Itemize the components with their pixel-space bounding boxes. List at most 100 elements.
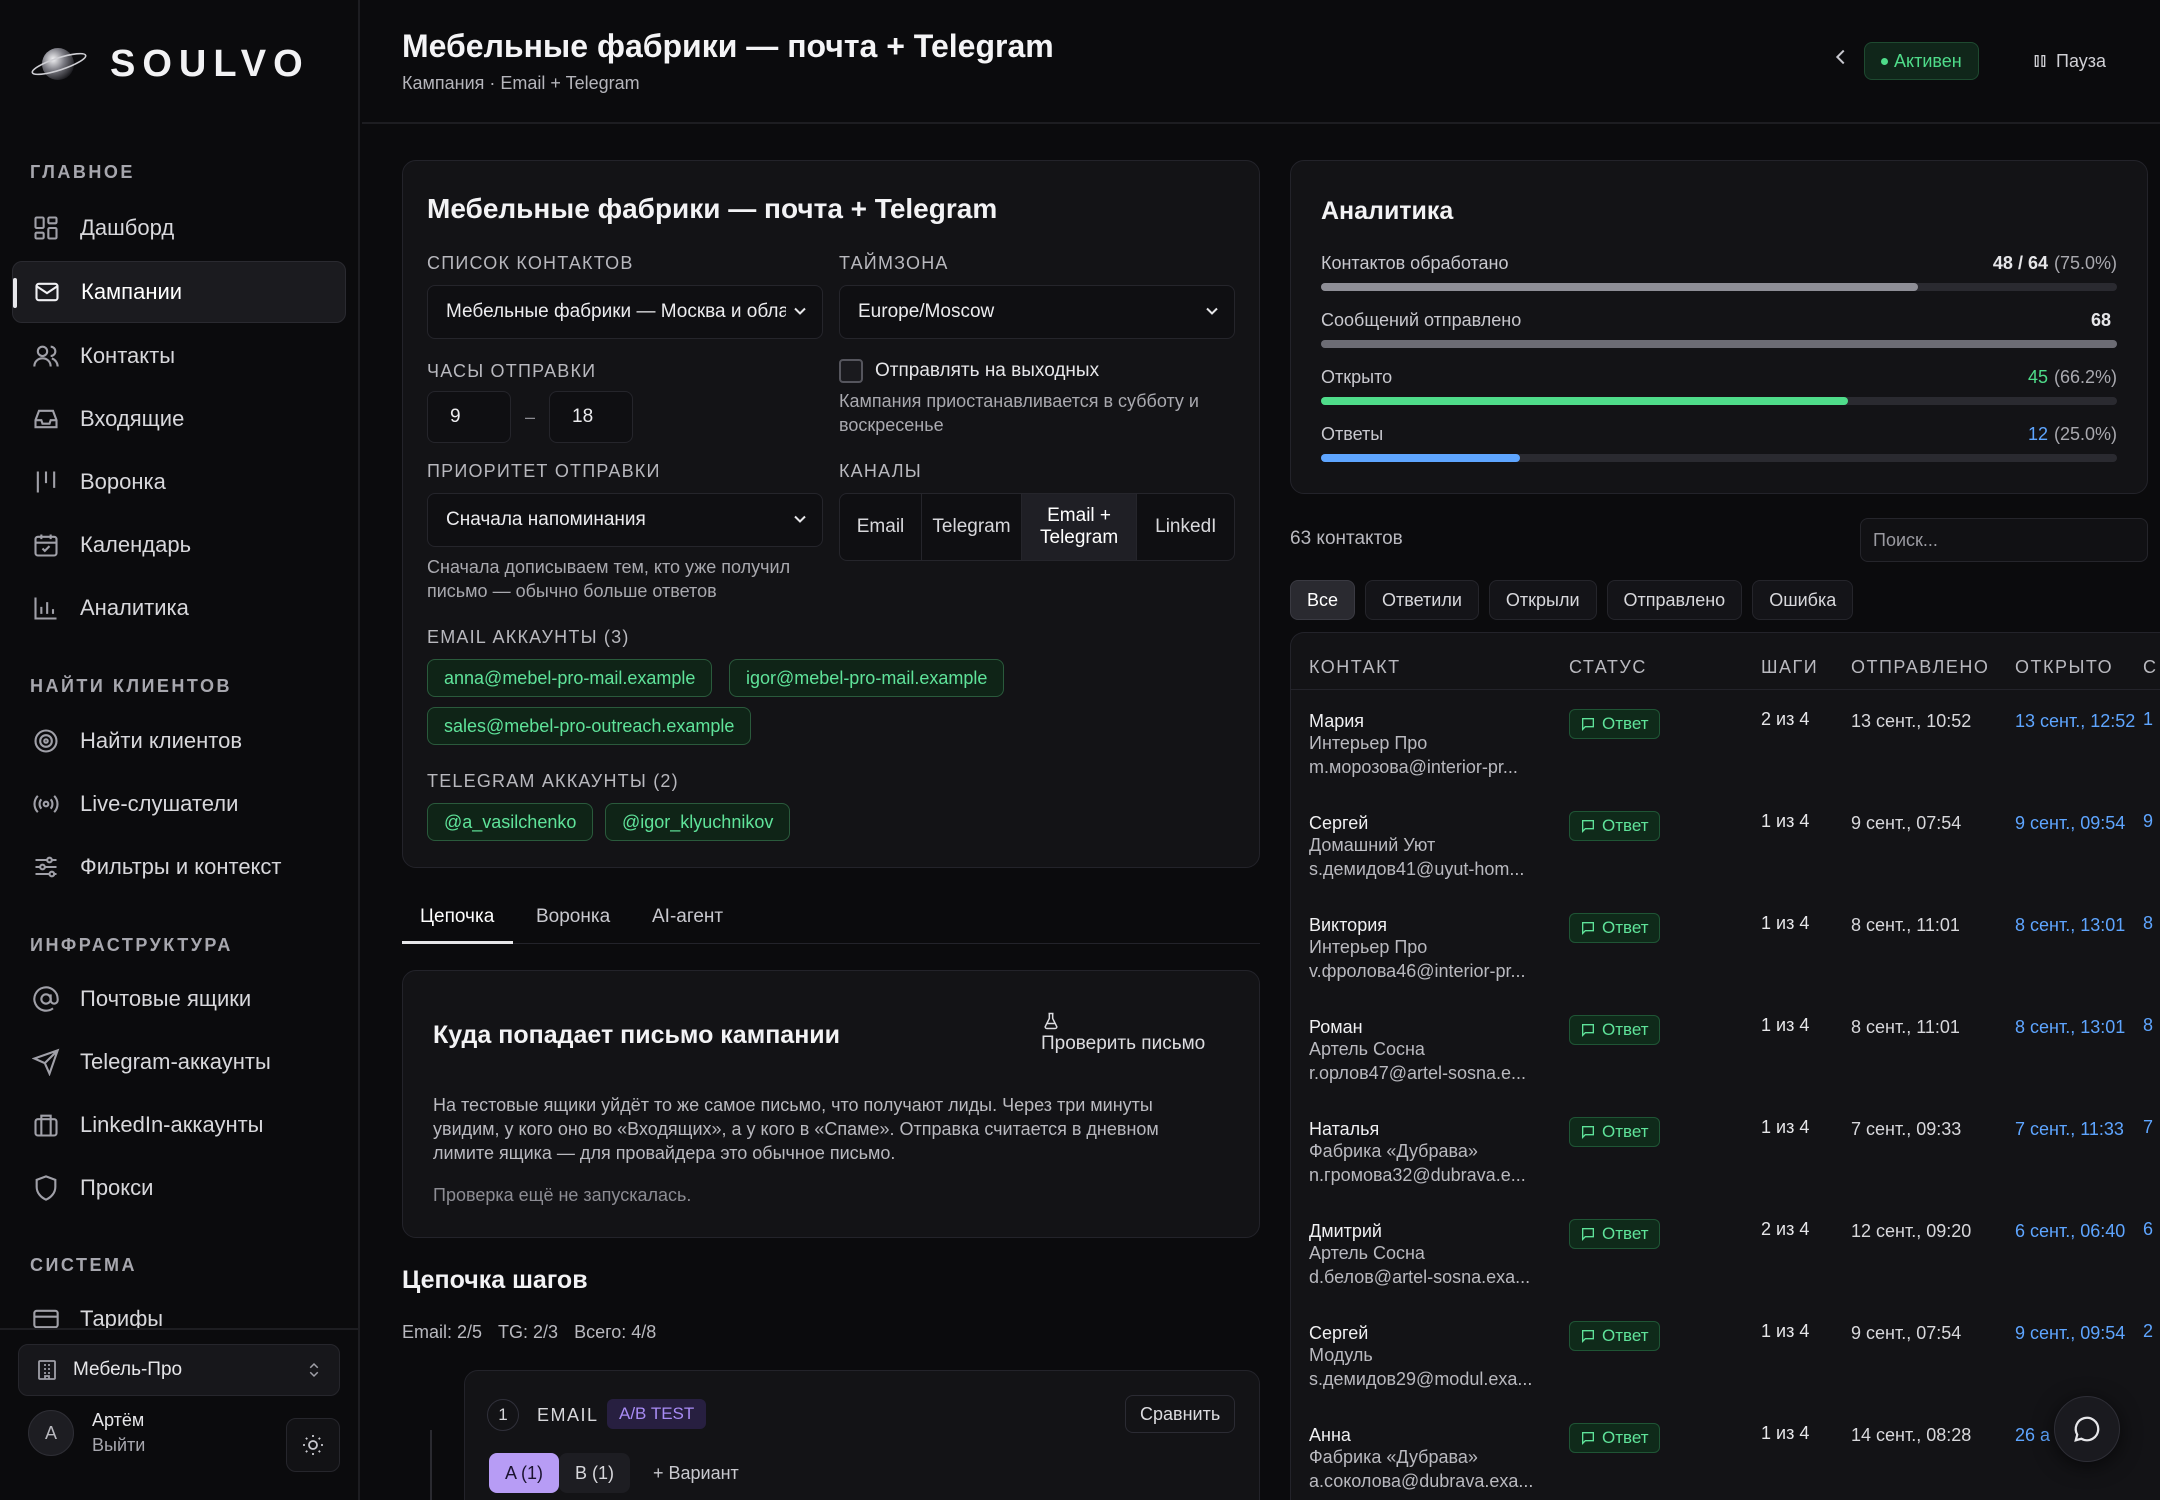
table-row[interactable]: Сергей Модуль s.демидов29@modul.exa... Отве… (1291, 1305, 2160, 1407)
status-label: Ответ (1602, 918, 1649, 937)
nav-section-main: ГЛАВНОЕ (30, 162, 135, 182)
sidebar-item-filters-context[interactable]: Фильтры и контекст (12, 836, 346, 898)
sidebar-item-linkedin-accounts[interactable]: LinkedIn-аккаунты (12, 1094, 346, 1156)
telegram-accounts-label: TELEGRAM АККАУНТЫ (2) (427, 771, 679, 792)
telegram-account-chip[interactable]: @a_vasilchenko (427, 803, 594, 841)
chat-support-button[interactable] (2054, 1396, 2120, 1462)
channel-option-email-telegram[interactable]: Email + Telegram (1022, 494, 1138, 560)
sidebar-item-funnel[interactable]: Воронка (12, 451, 346, 513)
table-row[interactable]: Сергей Домашний Уют s.демидов41@uyut-hom..… (1291, 795, 2160, 897)
priority-select[interactable]: Сначала напоминания (427, 493, 823, 547)
status-badge: Ответ (1569, 913, 1660, 943)
contact-sent-date: 13 сент., 10:52 (1851, 711, 1972, 731)
hours-to-input[interactable]: 18 (549, 391, 633, 443)
column-header-status[interactable]: СТАТУС (1569, 657, 1647, 678)
column-header-steps[interactable]: ШАГИ (1761, 657, 1818, 678)
avatar[interactable]: А (28, 1410, 74, 1456)
filter-opened[interactable]: Открыли (1488, 580, 1597, 620)
sidebar-item-mailboxes[interactable]: Почтовые ящики (12, 968, 346, 1030)
sidebar-item-live-listeners[interactable]: Live-слушатели (12, 773, 346, 835)
sidebar-item-calendar[interactable]: Календарь (12, 514, 346, 576)
sidebar-item-inbox[interactable]: Входящие (12, 388, 346, 450)
table-row[interactable]: Дмитрий Артель Сосна d.белов@artel-sosna.e… (1291, 1203, 2160, 1305)
step-type: EMAIL (537, 1405, 599, 1425)
chevron-left-icon[interactable] (1830, 46, 1852, 68)
logo[interactable]: SOULVO (30, 42, 310, 86)
table-row[interactable]: Мария Интерьер Про m.морозова@interior-pr.… (1291, 693, 2160, 795)
add-variant-button[interactable]: + Вариант (653, 1463, 739, 1484)
table-row[interactable]: Анна Фабрика «Дубрава» a.соколова@dubrava.… (1291, 1407, 2160, 1500)
sidebar-item-label: Входящие (80, 406, 185, 431)
sidebar-item-dashboard[interactable]: Дашборд (12, 197, 346, 259)
contact-extra-cell: 2 (2143, 1321, 2154, 1341)
theme-toggle-button[interactable] (286, 1418, 340, 1472)
contact-sent-date: 14 сент., 08:28 (1851, 1425, 1972, 1445)
table-row[interactable]: Роман Артель Сосна r.орлов47@artel-sosna.e… (1291, 999, 2160, 1101)
pause-button[interactable]: Пауза (2020, 42, 2118, 80)
contact-company: Фабрика «Дубрава» (1309, 1141, 1478, 1161)
variant-b-tab[interactable]: B (1) (559, 1453, 631, 1493)
sidebar-item-label: LinkedIn-аккаунты (80, 1112, 264, 1137)
compare-button[interactable]: Сравнить (1125, 1395, 1236, 1433)
message-icon (1582, 718, 1594, 731)
chevron-up-down-icon (309, 1362, 319, 1378)
sidebar-item-analytics[interactable]: Аналитика (12, 577, 346, 639)
contact-sent-date: 8 сент., 11:01 (1851, 915, 1960, 935)
column-header-extra[interactable]: С (2143, 657, 2158, 678)
tab-chain[interactable]: Цепочка (420, 906, 494, 928)
shield-icon (35, 1175, 57, 1201)
email-account-chip[interactable]: anna@mebel-pro-mail.example (427, 659, 713, 697)
column-header-sent[interactable]: ОТПРАВЛЕНО (1851, 657, 1989, 678)
weekends-checkbox[interactable] (839, 359, 863, 383)
workspace-switcher[interactable]: Мебель-Про (18, 1344, 340, 1396)
contact-list-select[interactable]: Мебельные фабрики — Москва и область ( (427, 285, 823, 339)
contacts-search-input[interactable] (1860, 518, 2148, 562)
analytics-progress-track (1321, 283, 2117, 291)
analytics-row-label: Контактов обработано (1321, 253, 1509, 273)
filter-all[interactable]: Все (1290, 580, 1356, 620)
table-row[interactable]: Наталья Фабрика «Дубрава» n.громова32@dubr… (1291, 1101, 2160, 1203)
user-name: Артём (92, 1410, 145, 1430)
analytics-row-percent: (75.0%) (2053, 253, 2117, 273)
column-header-contact[interactable]: КОНТАКТ (1309, 657, 1401, 678)
channel-option-telegram[interactable]: Telegram (922, 494, 1022, 560)
sidebar-item-contacts[interactable]: Контакты (12, 325, 346, 387)
check-mail-button[interactable]: Проверить письмо (1041, 1011, 1205, 1055)
priority-value: Сначала напоминания (446, 509, 646, 530)
column-header-opened[interactable]: ОТКРЫТО (2015, 657, 2113, 678)
at-sign-icon (33, 986, 59, 1012)
sidebar-item-find-clients[interactable]: Найти клиентов (12, 710, 346, 772)
sidebar-item-campaigns[interactable]: Кампании (12, 261, 346, 323)
contact-email: d.белов@artel-sosna.exa... (1309, 1267, 1531, 1287)
sidebar-item-label: Кампании (81, 279, 183, 304)
channel-option-linkedin[interactable]: LinkedI (1137, 494, 1234, 560)
chevron-down-icon (794, 307, 806, 315)
filter-error[interactable]: Ошибка (1752, 580, 1854, 620)
email-account-chip[interactable]: sales@mebel-pro-outreach.example (427, 707, 752, 745)
variant-a-tab[interactable]: A (1) (489, 1453, 560, 1493)
table-row[interactable]: Виктория Интерьер Про v.фролова46@interior… (1291, 897, 2160, 999)
hours-label: ЧАСЫ ОТПРАВКИ (427, 361, 597, 381)
filter-sent[interactable]: Отправлено (1606, 580, 1743, 620)
tab-funnel[interactable]: Воронка (536, 906, 610, 928)
contact-opened-date: 9 сент., 09:54 (2015, 813, 2126, 833)
contact-steps: 2 из 4 (1761, 709, 1810, 729)
sidebar-item-label: Telegram-аккаунты (80, 1049, 271, 1074)
filter-replied[interactable]: Ответили (1365, 580, 1479, 620)
email-account-chip[interactable]: igor@mebel-pro-mail.example (729, 659, 1005, 697)
building-icon (38, 1360, 56, 1380)
tab-ai-agent[interactable]: AI-агент (652, 906, 723, 928)
status-badge: Ответ (1569, 811, 1660, 841)
channels-segmented-control: Email Telegram Email + Telegram LinkedI (839, 493, 1235, 561)
timezone-select[interactable]: Europe/Moscow (839, 285, 1235, 339)
analytics-progress-track (1321, 340, 2117, 348)
hours-from-input[interactable]: 9 (427, 391, 511, 443)
sidebar-item-telegram-accounts[interactable]: Telegram-аккаунты (12, 1031, 346, 1093)
telegram-account-chip[interactable]: @igor_klyuchnikov (605, 803, 791, 841)
contact-email: r.орлов47@artel-sosna.e... (1309, 1063, 1527, 1083)
channel-option-email[interactable]: Email (840, 494, 922, 560)
status-label: Ответ (1602, 1326, 1649, 1345)
status-badge[interactable]: Активен (1864, 42, 1979, 80)
sidebar-item-proxies[interactable]: Прокси (12, 1157, 346, 1219)
logout-link[interactable]: Выйти (92, 1435, 145, 1456)
